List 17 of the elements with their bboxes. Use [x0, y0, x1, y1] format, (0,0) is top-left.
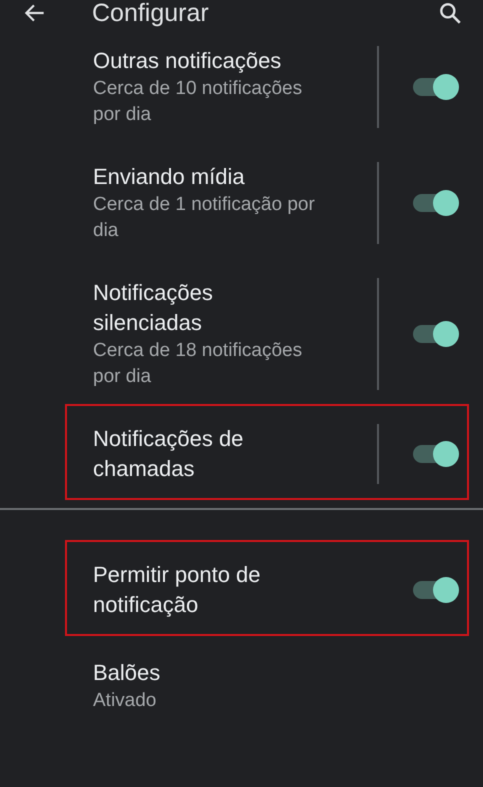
setting-title: Outras notificações	[93, 47, 282, 75]
search-icon[interactable]	[437, 0, 463, 26]
toggle-switch[interactable]	[413, 188, 459, 218]
screen-title: Configurar	[92, 0, 210, 28]
setting-title: Permitir ponto de notificação	[93, 561, 262, 619]
toggle-switch[interactable]	[413, 319, 459, 349]
setting-title: Balões	[93, 659, 162, 687]
setting-summary: Cerca de 1 notificação por dia	[93, 193, 316, 243]
toggle-switch[interactable]	[413, 575, 459, 605]
setting-summary: Ativado	[93, 689, 158, 713]
setting-title: Notificações silenciadas	[93, 279, 214, 337]
setting-summary: Cerca de 10 notificações por dia	[93, 77, 304, 127]
setting-summary: Cerca de 18 notificações por dia	[93, 339, 304, 389]
toggle-switch[interactable]	[413, 72, 459, 102]
toggle-switch[interactable]	[413, 439, 459, 469]
setting-title: Notificações de chamadas	[93, 425, 244, 483]
setting-title: Enviando mídia	[93, 163, 246, 191]
